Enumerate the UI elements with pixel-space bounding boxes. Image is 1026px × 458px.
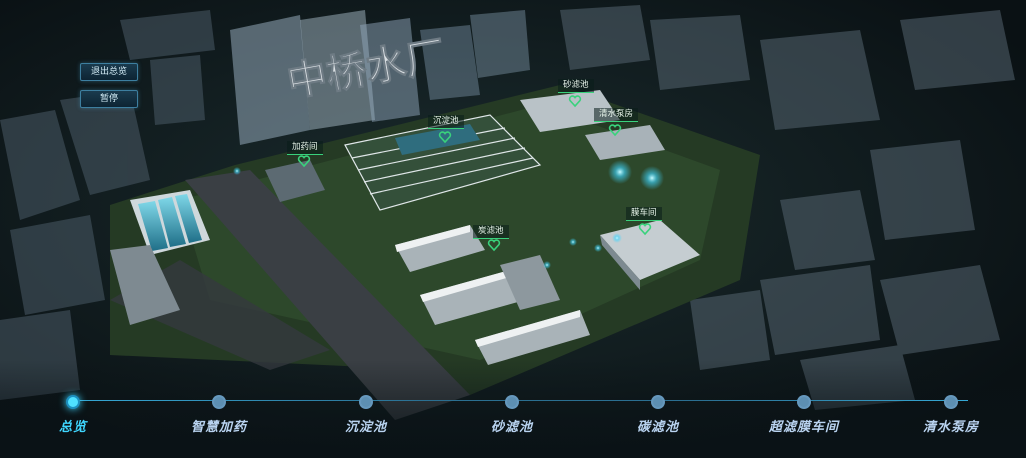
nav-item-label: 总览 bbox=[58, 420, 87, 435]
heart-location-icon bbox=[568, 95, 582, 108]
marker-sand-filter[interactable]: 砂滤池 bbox=[558, 72, 594, 108]
marker-label: 砂滤池 bbox=[558, 79, 594, 93]
nav-item-sedimentation[interactable]: 沉淀池 bbox=[306, 393, 426, 435]
nav-item-ultrafiltration[interactable]: 超滤膜车间 bbox=[744, 393, 864, 435]
marker-label: 加药间 bbox=[287, 141, 323, 155]
nav-item-smart-dosing[interactable]: 智慧加药 bbox=[159, 393, 279, 435]
nav-item-label: 超滤膜车间 bbox=[768, 420, 839, 435]
heart-location-icon bbox=[638, 223, 652, 236]
circle-icon bbox=[359, 395, 373, 409]
circle-icon bbox=[651, 395, 665, 409]
marker-label: 沉淀池 bbox=[428, 115, 464, 129]
circle-icon bbox=[66, 395, 80, 409]
marker-label: 清水泵房 bbox=[594, 108, 639, 122]
marker-carbon-filter[interactable]: 炭滤池 bbox=[473, 218, 509, 252]
marker-label: 膜车间 bbox=[626, 207, 662, 221]
circle-icon bbox=[944, 395, 958, 409]
nav-item-carbon-filter[interactable]: 碳滤池 bbox=[598, 393, 718, 435]
nav-item-sand-filter[interactable]: 砂滤池 bbox=[452, 393, 572, 435]
nav-item-clear-water-pump[interactable]: 清水泵房 bbox=[891, 393, 1011, 435]
nav-item-label: 碳滤池 bbox=[636, 420, 679, 435]
nav-item-label: 砂滤池 bbox=[490, 420, 533, 435]
circle-icon bbox=[797, 395, 811, 409]
marker-sedimentation[interactable]: 沉淀池 bbox=[428, 108, 464, 144]
exit-overview-button[interactable]: 退出总览 bbox=[80, 63, 138, 81]
heart-location-icon bbox=[438, 131, 452, 144]
circle-icon bbox=[212, 395, 226, 409]
marker-membrane[interactable]: 膜车间 bbox=[626, 200, 662, 236]
marker-label: 炭滤池 bbox=[473, 225, 509, 239]
nav-item-overview[interactable]: 总览 bbox=[13, 393, 133, 435]
circle-icon bbox=[505, 395, 519, 409]
nav-item-label: 沉淀池 bbox=[344, 420, 387, 435]
marker-clear-pump[interactable]: 清水泵房 bbox=[594, 101, 639, 137]
nav-item-label: 智慧加药 bbox=[190, 420, 247, 435]
pause-button[interactable]: 暂停 bbox=[80, 90, 138, 108]
plant-3d-scene[interactable]: 中桥水厂 bbox=[0, 0, 1026, 458]
overview-stage: 中桥水厂 退出总览 暂停 加药间 沉淀池 砂滤池 清水泵房 炭滤池 膜车间 总览… bbox=[0, 0, 1026, 458]
heart-location-icon bbox=[297, 155, 311, 168]
marker-chemical-dosing[interactable]: 加药间 bbox=[287, 134, 323, 168]
heart-location-icon bbox=[487, 239, 501, 252]
nav-item-label: 清水泵房 bbox=[922, 420, 979, 435]
heart-location-icon bbox=[608, 124, 622, 137]
